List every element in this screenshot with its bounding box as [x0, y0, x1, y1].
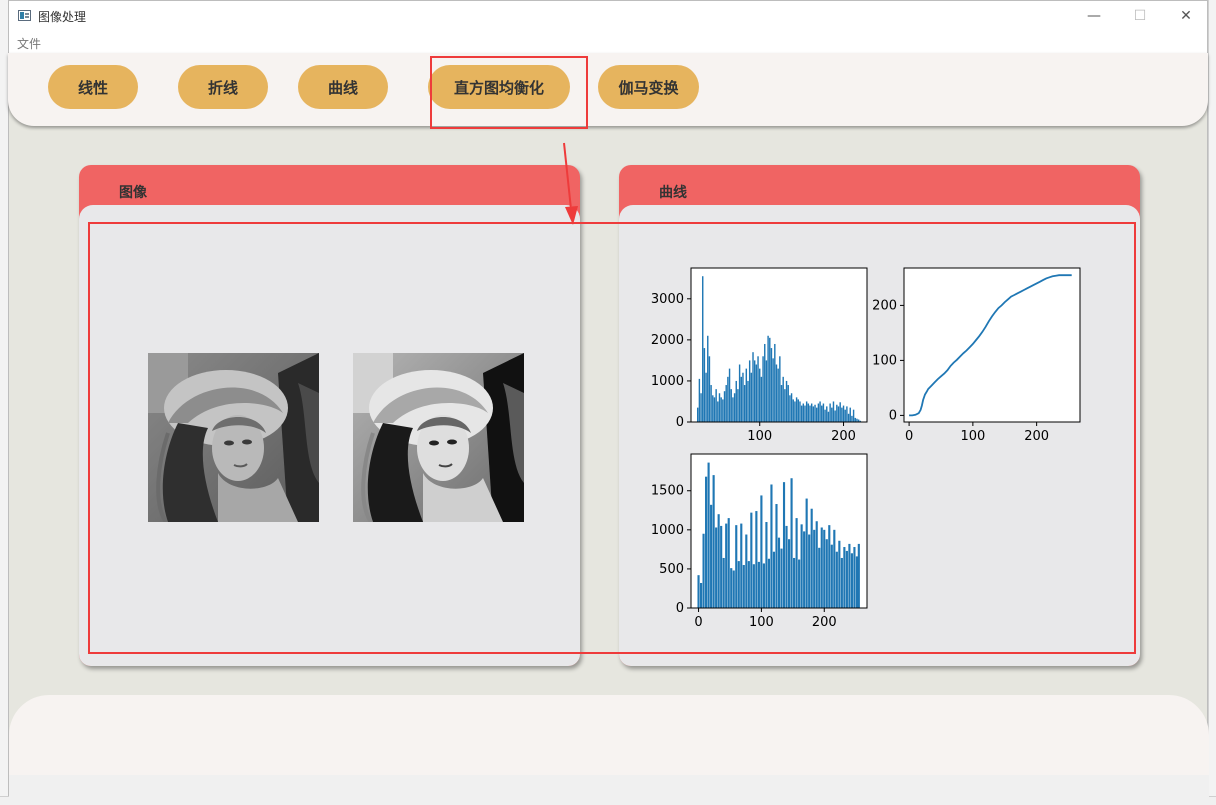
maximize-button[interactable]: ☐	[1117, 1, 1163, 31]
annotation-highlight-button	[430, 56, 588, 129]
menu-bar: 文件	[9, 31, 1207, 53]
title-bar[interactable]: 图像处理 — ☐ ✕	[9, 1, 1207, 31]
image-panel-title: 图像	[119, 182, 147, 202]
curve-button[interactable]: 曲线	[298, 65, 388, 109]
app-window: 图像处理 — ☐ ✕ 文件 线性 折线 曲线 直方图均衡化 伽马变换 图像	[8, 0, 1208, 796]
minimize-button[interactable]: —	[1071, 1, 1117, 31]
annotation-highlight-content	[88, 222, 1136, 654]
desktop-background-right	[1208, 0, 1216, 804]
gamma-transform-button[interactable]: 伽马变换	[598, 65, 699, 109]
piecewise-button[interactable]: 折线	[178, 65, 268, 109]
footer-area	[9, 695, 1209, 775]
desktop-background-left	[0, 0, 8, 804]
app-icon	[18, 10, 31, 21]
annotation-arrow	[549, 141, 589, 231]
toolbar: 线性 折线 曲线 直方图均衡化 伽马变换	[8, 53, 1208, 126]
window-title: 图像处理	[38, 8, 86, 25]
close-button[interactable]: ✕	[1163, 1, 1209, 31]
curve-panel-title: 曲线	[659, 182, 687, 202]
menu-file[interactable]: 文件	[17, 35, 41, 52]
linear-button[interactable]: 线性	[48, 65, 138, 109]
status-bar	[9, 775, 1209, 797]
